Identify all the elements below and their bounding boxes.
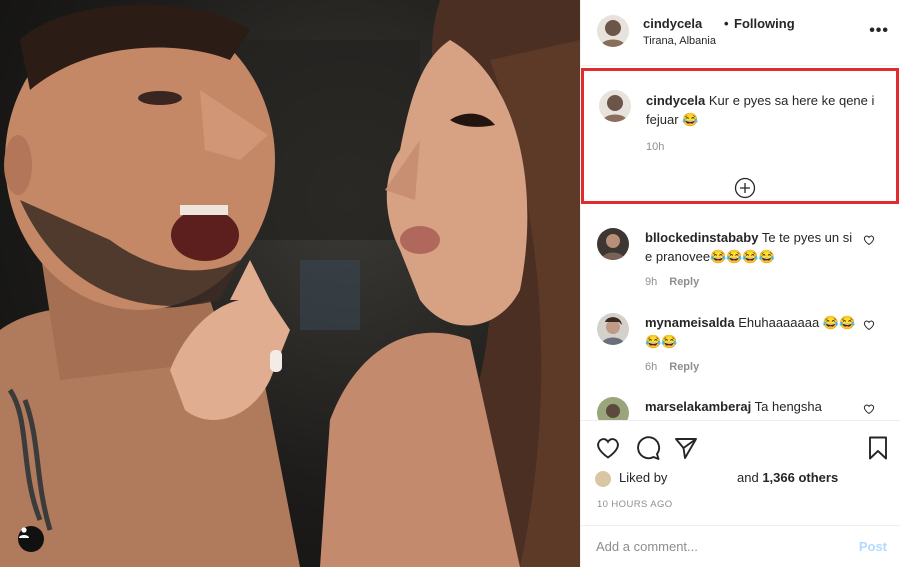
comment-text: mynameisalda Ehuhaaaaaaa 😂😂😂😂 bbox=[645, 313, 860, 351]
comment-like-heart-icon[interactable] bbox=[863, 403, 875, 415]
location-link[interactable]: Tirana, Albania bbox=[643, 35, 716, 47]
share-icon[interactable] bbox=[673, 435, 699, 461]
header-username[interactable]: cindycela bbox=[643, 16, 702, 31]
likes-and-text: and bbox=[737, 470, 759, 485]
comment-like-heart-icon[interactable] bbox=[863, 234, 875, 246]
reply-button[interactable]: Reply bbox=[669, 276, 699, 288]
liked-by-line: Liked by and 1,366 others bbox=[595, 470, 838, 487]
comment-icon[interactable] bbox=[635, 435, 661, 461]
comment-time: 9h bbox=[645, 276, 658, 288]
post-photo[interactable] bbox=[0, 0, 580, 567]
likes-count[interactable]: and 1,366 others bbox=[737, 470, 838, 485]
reply-button[interactable]: Reply bbox=[669, 361, 699, 373]
liked-by-prefix: Liked by bbox=[619, 470, 668, 485]
more-options-icon[interactable]: ••• bbox=[869, 22, 889, 40]
separator-dot: • bbox=[724, 16, 729, 31]
add-comment-bar: Post bbox=[581, 525, 900, 567]
comment-time: 6h bbox=[645, 361, 658, 373]
comment-body: Ta hengsha bbox=[754, 399, 822, 414]
load-more-icon[interactable] bbox=[734, 177, 756, 199]
avatar[interactable] bbox=[597, 15, 629, 47]
post-side-panel: cindycela • Following Tirana, Albania ••… bbox=[580, 0, 900, 567]
heart-icon[interactable] bbox=[595, 435, 621, 461]
comment-meta: 9h Reply bbox=[645, 276, 699, 288]
photo-content bbox=[0, 0, 580, 567]
caption-text: cindycela Kur e pyes sa here ke qene i f… bbox=[646, 91, 891, 129]
post-actions: Liked by and 1,366 others 10 HOURS AGO P… bbox=[581, 420, 900, 567]
comment-text: marselakamberaj Ta hengsha bbox=[645, 397, 860, 416]
comment-username[interactable]: marselakamberaj bbox=[645, 399, 751, 414]
add-comment-input[interactable] bbox=[596, 539, 836, 554]
avatar[interactable] bbox=[597, 228, 629, 260]
avatar[interactable] bbox=[599, 90, 631, 122]
caption-highlight-box: cindycela Kur e pyes sa here ke qene i f… bbox=[581, 68, 899, 204]
post-header: cindycela • Following Tirana, Albania ••… bbox=[581, 0, 900, 66]
comment-like-heart-icon[interactable] bbox=[863, 319, 875, 331]
comment-username[interactable]: mynameisalda bbox=[645, 315, 735, 330]
comment-text: bllockedinstababy Te te pyes un si e pra… bbox=[645, 228, 860, 266]
avatar[interactable] bbox=[597, 313, 629, 345]
post-timestamp: 10 HOURS AGO bbox=[597, 499, 673, 510]
bookmark-icon[interactable] bbox=[865, 435, 891, 461]
tag-person-button[interactable] bbox=[18, 526, 44, 552]
comment-username[interactable]: bllockedinstababy bbox=[645, 230, 758, 245]
caption-username[interactable]: cindycela bbox=[646, 93, 705, 108]
caption-time: 10h bbox=[646, 141, 665, 153]
liker-avatar[interactable] bbox=[595, 470, 611, 487]
post-button[interactable]: Post bbox=[859, 539, 887, 554]
tag-person-icon bbox=[19, 527, 29, 538]
comment-meta: 6h Reply bbox=[645, 361, 699, 373]
likes-others-count[interactable]: 1,366 others bbox=[762, 470, 838, 485]
following-button[interactable]: Following bbox=[734, 16, 795, 31]
